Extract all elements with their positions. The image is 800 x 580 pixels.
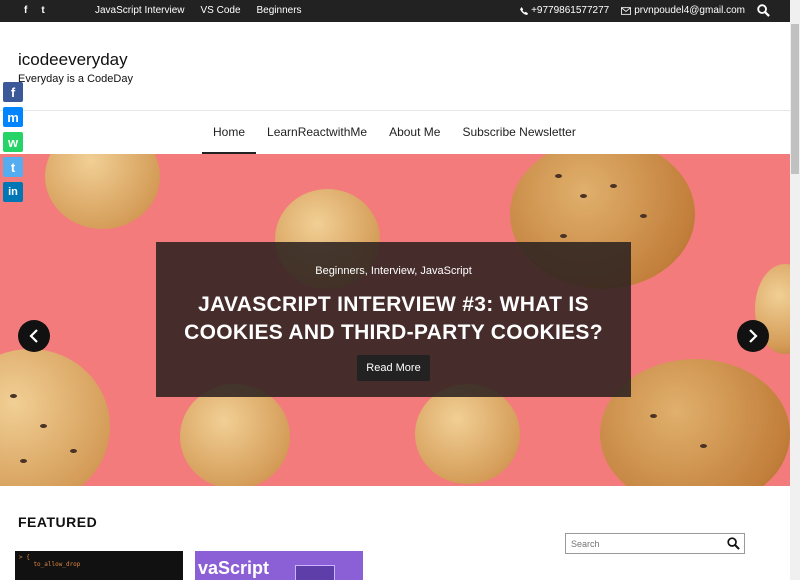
slider-next-button[interactable] [737, 320, 769, 352]
featured-post-thumbnail[interactable]: vaScript [195, 551, 363, 580]
hero-slider: Beginners, Interview, JavaScript JavaScr… [0, 154, 790, 486]
sidebar-search [565, 533, 745, 554]
top-link-beginners[interactable]: Beginners [257, 5, 302, 16]
seed-dot [650, 414, 657, 418]
site-branding: icodeeveryday Everyday is a CodeDay [18, 50, 133, 85]
seed-dot [70, 449, 77, 453]
thumbnail-text: vaScript [198, 558, 270, 578]
nav-item-about-me[interactable]: About Me [378, 111, 451, 154]
site-tagline: Everyday is a CodeDay [18, 73, 133, 85]
seed-dot [555, 174, 562, 178]
post-categories[interactable]: Beginners, Interview, JavaScript [156, 265, 631, 277]
messenger-share-icon[interactable]: m [3, 107, 23, 127]
linkedin-share-icon[interactable]: in [3, 182, 23, 202]
nav-item-home[interactable]: Home [202, 111, 257, 154]
seed-dot [20, 459, 27, 463]
cookie-image [415, 384, 520, 484]
contact-info: +9779861577277 prvnpoudel4@gmail.com [520, 4, 770, 17]
post-headline-line: Cookies and Third-Party Cookies? [184, 321, 603, 344]
phone-icon [520, 6, 529, 15]
nav-item-learn-react[interactable]: LearnReactwithMe [256, 111, 378, 154]
top-link-vs-code[interactable]: VS Code [200, 5, 240, 16]
email-icon [621, 6, 632, 15]
nav-item-subscribe-newsletter[interactable]: Subscribe Newsletter [451, 111, 586, 154]
cookie-image [180, 384, 290, 486]
phone-number: +9779861577277 [531, 5, 610, 16]
read-more-button[interactable]: Read More [357, 355, 430, 381]
featured-heading: FEATURED [18, 514, 98, 530]
post-headline[interactable]: JavaScript Interview #3: What is Cookies… [156, 291, 631, 347]
top-social-links: f t [24, 5, 45, 16]
chevron-left-icon [29, 329, 38, 343]
seed-dot [40, 424, 47, 428]
twitter-link-icon[interactable]: t [41, 5, 44, 16]
page-scrollbar[interactable] [790, 0, 800, 580]
seed-dot [580, 194, 587, 198]
seed-dot [700, 444, 707, 448]
top-links: JavaScript Interview VS Code Beginners [95, 5, 302, 16]
cookie-image [0, 349, 110, 486]
top-bar: f t JavaScript Interview VS Code Beginne… [0, 0, 790, 22]
thumbnail-graphic [295, 565, 335, 580]
seed-dot [640, 214, 647, 218]
email-address: prvnpoudel4@gmail.com [634, 5, 745, 16]
chevron-right-icon [749, 329, 758, 343]
post-headline-line: JavaScript Interview #3: What is [198, 293, 589, 316]
twitter-share-icon[interactable]: t [3, 157, 23, 177]
whatsapp-share-icon[interactable]: w [3, 132, 23, 152]
seed-dot [10, 394, 17, 398]
search-icon[interactable] [727, 537, 740, 550]
cookie-image [45, 154, 160, 229]
slider-prev-button[interactable] [18, 320, 50, 352]
seed-dot [560, 234, 567, 238]
facebook-share-icon[interactable]: f [3, 82, 23, 102]
facebook-link-icon[interactable]: f [24, 5, 27, 16]
top-link-javascript-interview[interactable]: JavaScript Interview [95, 5, 184, 16]
featured-post-thumbnail[interactable]: > { to_allow_drop [15, 551, 183, 580]
share-sidebar: f m w t in [3, 82, 23, 202]
search-icon[interactable] [757, 4, 770, 17]
code-image: > { to_allow_drop [19, 554, 81, 568]
site-title[interactable]: icodeeveryday [18, 50, 133, 70]
search-input[interactable] [566, 534, 716, 554]
scrollbar-thumb[interactable] [791, 24, 799, 174]
main-navigation: Home LearnReactwithMe About Me Subscribe… [0, 110, 790, 154]
hero-caption-box: Beginners, Interview, JavaScript JavaScr… [156, 242, 631, 397]
seed-dot [610, 184, 617, 188]
